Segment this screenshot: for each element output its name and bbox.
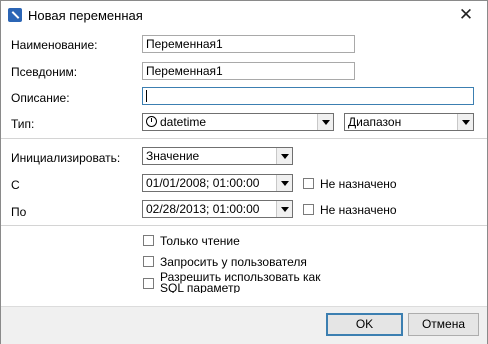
chevron-down-icon[interactable] bbox=[317, 114, 333, 130]
type-value: datetime bbox=[160, 115, 207, 129]
text-cursor bbox=[146, 90, 147, 102]
to-unset-checkbox[interactable] bbox=[303, 204, 314, 215]
separator bbox=[1, 225, 487, 226]
description-label: Описание: bbox=[11, 91, 70, 105]
sql-param-label: Разрешить использовать как SQL параметр bbox=[160, 272, 321, 293]
close-icon[interactable]: ✕ bbox=[455, 4, 477, 26]
chevron-down-icon[interactable] bbox=[276, 175, 292, 191]
button-bar: OK Отмена bbox=[1, 306, 487, 344]
to-datetime-picker[interactable]: 02/28/2013; 01:00:00 bbox=[142, 200, 293, 218]
readonly-label: Только чтение bbox=[160, 234, 240, 248]
to-value: 02/28/2013; 01:00:00 bbox=[146, 202, 260, 216]
description-input[interactable] bbox=[142, 87, 474, 105]
ok-button[interactable]: OK bbox=[326, 313, 403, 336]
datetime-icon bbox=[146, 116, 157, 127]
from-datetime-picker[interactable]: 01/01/2008; 01:00:00 bbox=[142, 174, 293, 192]
dialog-window: Новая переменная ✕ Наименование: Перемен… bbox=[0, 0, 488, 344]
kind-select[interactable]: Диапазон bbox=[344, 113, 474, 131]
separator bbox=[1, 138, 487, 139]
chevron-down-icon[interactable] bbox=[276, 201, 292, 217]
window-title: Новая переменная bbox=[28, 8, 143, 23]
init-value: Значение bbox=[146, 149, 200, 163]
chevron-down-icon[interactable] bbox=[276, 148, 292, 164]
init-label: Инициализировать: bbox=[11, 151, 121, 165]
cancel-button[interactable]: Отмена bbox=[408, 313, 479, 336]
kind-value: Диапазон bbox=[348, 115, 402, 129]
readonly-checkbox[interactable] bbox=[143, 235, 154, 246]
ask-user-checkbox[interactable] bbox=[143, 256, 154, 267]
from-value: 01/01/2008; 01:00:00 bbox=[146, 176, 260, 190]
alias-input[interactable]: Переменная1 bbox=[142, 62, 355, 80]
type-select[interactable]: datetime bbox=[142, 113, 334, 131]
from-label: С bbox=[11, 178, 20, 192]
to-unset-label: Не назначено bbox=[320, 203, 397, 217]
chevron-down-icon[interactable] bbox=[457, 114, 473, 130]
type-label: Тип: bbox=[11, 117, 35, 131]
name-label: Наименование: bbox=[11, 38, 98, 52]
from-unset-label: Не назначено bbox=[320, 177, 397, 191]
from-unset-checkbox[interactable] bbox=[303, 178, 314, 189]
app-icon bbox=[8, 8, 22, 22]
name-input[interactable]: Переменная1 bbox=[142, 35, 355, 53]
to-label: По bbox=[11, 205, 27, 219]
title-bar: Новая переменная ✕ bbox=[1, 1, 487, 29]
init-select[interactable]: Значение bbox=[142, 147, 293, 165]
ask-user-label: Запросить у пользователя bbox=[160, 255, 307, 269]
alias-label: Псевдоним: bbox=[11, 65, 78, 79]
sql-param-checkbox[interactable] bbox=[143, 278, 154, 289]
